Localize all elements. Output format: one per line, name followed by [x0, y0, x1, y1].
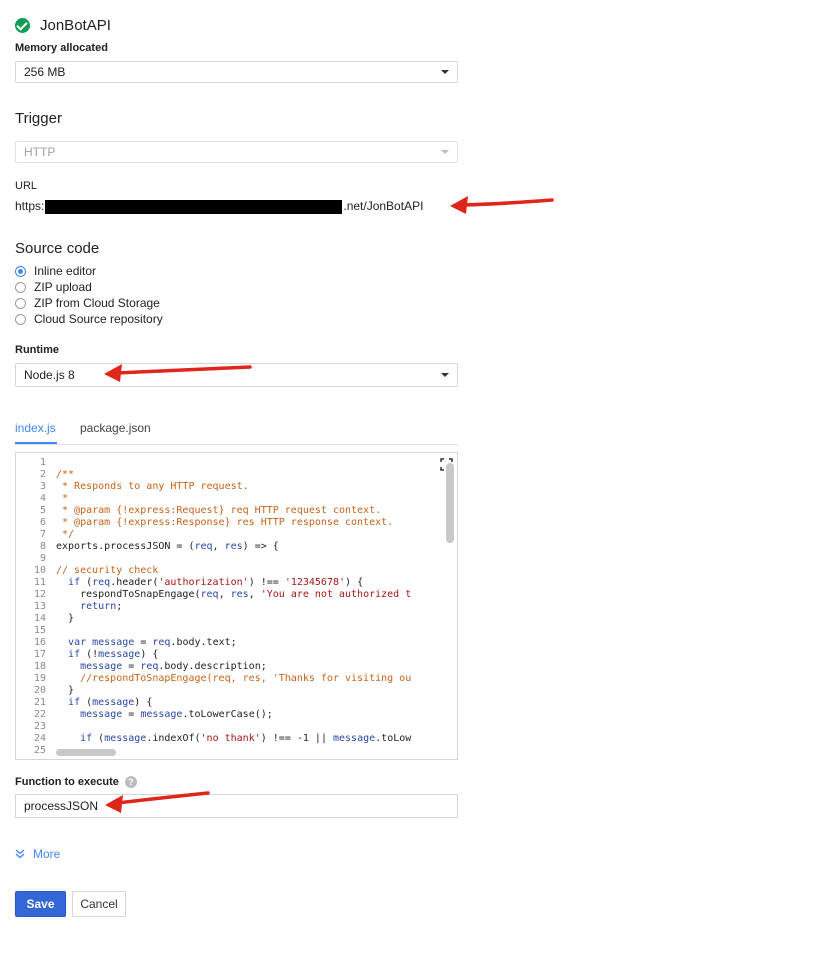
annotation-arrows — [104, 196, 554, 813]
arrow-url — [450, 196, 554, 214]
arrow-runtime — [104, 364, 252, 382]
arrow-function — [105, 791, 210, 813]
